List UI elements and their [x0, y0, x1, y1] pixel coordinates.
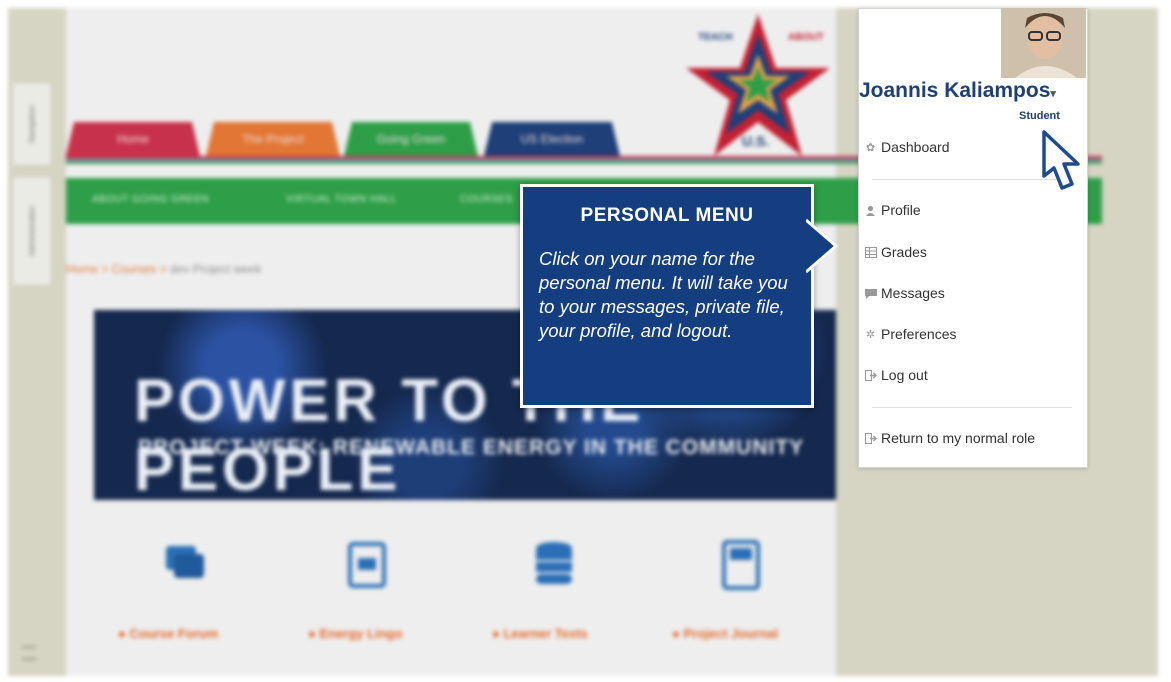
activity-project-journal[interactable]: ● Project Journal	[672, 626, 778, 641]
return-icon	[864, 432, 877, 445]
nav-courses[interactable]: COURSES	[460, 194, 513, 205]
menu-item-log-out-label: Log out	[881, 367, 928, 383]
gear-icon: ✲	[865, 328, 876, 341]
navigation-block-tab[interactable]: Navigation	[12, 82, 52, 166]
tab-us-election-label: US Election	[520, 132, 584, 146]
menu-item-profile-label: Profile	[881, 202, 921, 218]
database-icon[interactable]	[532, 540, 576, 590]
logo-text-left: TEACH	[698, 32, 732, 43]
user-role-badge: Student	[1019, 110, 1060, 122]
breadcrumb-current: dev Project week	[170, 262, 262, 276]
tab-the-project[interactable]: The Project	[206, 122, 340, 156]
dashboard-icon: ✿	[865, 141, 876, 154]
menu-item-dashboard[interactable]: ✿ Dashboard	[864, 139, 950, 155]
logo-text-bottom: U.S.	[742, 133, 769, 149]
logo-text-right: ABOUT	[788, 32, 824, 43]
tab-us-election[interactable]: US Election	[484, 122, 620, 156]
messages-icon	[864, 287, 877, 300]
menu-item-return-normal-role-label: Return to my normal role	[881, 430, 1036, 446]
nav-virtual-town-hall[interactable]: VIRTUAL TOWN HALL	[286, 194, 397, 205]
tab-home[interactable]: Home	[66, 122, 200, 156]
menu-item-grades-label: Grades	[881, 244, 927, 260]
user-name: Joannis Kaliampos	[859, 79, 1051, 102]
administration-block-label: Administration	[27, 205, 37, 257]
tab-the-project-label: The Project	[242, 132, 304, 146]
activity-learner-texts[interactable]: ● Learner Texts	[492, 626, 588, 641]
activity-learner-texts-label: Learner Texts	[503, 626, 588, 641]
tab-going-green-label: Going Green	[376, 132, 446, 146]
menu-item-messages-label: Messages	[881, 285, 945, 301]
logout-icon	[864, 369, 877, 382]
banner-subtitle: PROJECT WEEK: RENEWABLE ENERGY IN THE CO…	[138, 436, 805, 459]
grades-icon	[864, 246, 877, 259]
menu-item-preferences-label: Preferences	[881, 326, 957, 342]
glossary-icon[interactable]	[346, 540, 390, 590]
menu-item-grades[interactable]: Grades	[864, 244, 927, 260]
menu-divider	[872, 407, 1072, 408]
breadcrumb: Home > Courses > dev Project week	[66, 262, 262, 276]
callout-pointer	[806, 218, 839, 274]
caret-down-icon: ▾	[1050, 88, 1056, 100]
menu-item-preferences[interactable]: ✲ Preferences	[864, 326, 957, 342]
user-name-menu-toggle[interactable]: Joannis Kaliampos▾	[859, 79, 1056, 103]
forum-icon[interactable]	[164, 540, 208, 590]
menu-item-return-normal-role[interactable]: Return to my normal role	[864, 430, 1035, 446]
breadcrumb-courses[interactable]: Courses	[112, 262, 157, 276]
breadcrumb-home[interactable]: Home	[66, 262, 98, 276]
activity-course-forum-label: Course Forum	[129, 626, 219, 641]
administration-block-tab[interactable]: Administration	[12, 176, 52, 286]
navigation-block-label: Navigation	[27, 105, 37, 143]
user-icon	[864, 204, 877, 217]
activity-energy-lingo-label: Energy Lingo	[319, 626, 403, 641]
menu-icon[interactable]	[22, 646, 36, 660]
activity-energy-lingo[interactable]: ● Energy Lingo	[308, 626, 403, 641]
callout-title: PERSONAL MENU	[580, 205, 754, 226]
menu-item-profile[interactable]: Profile	[864, 202, 921, 218]
nav-about-going-green[interactable]: ABOUT GOING GREEN	[92, 194, 209, 205]
journal-icon[interactable]	[720, 540, 764, 590]
avatar[interactable]	[1001, 8, 1086, 78]
teach-about-us-logo: TEACH ABOUT U.S.	[686, 14, 830, 156]
activity-project-journal-label: Project Journal	[683, 626, 779, 641]
menu-item-messages[interactable]: Messages	[864, 285, 945, 301]
tab-going-green[interactable]: Going Green	[344, 122, 478, 156]
activity-course-forum[interactable]: ● Course Forum	[118, 626, 218, 641]
personal-menu-callout: PERSONAL MENU Click on your name for the…	[520, 184, 814, 408]
menu-item-dashboard-label: Dashboard	[881, 139, 950, 155]
tab-home-label: Home	[116, 132, 149, 146]
menu-item-log-out[interactable]: Log out	[864, 367, 928, 383]
mouse-pointer-icon	[1042, 130, 1080, 190]
callout-text: Click on your name for the personal menu…	[539, 248, 788, 341]
